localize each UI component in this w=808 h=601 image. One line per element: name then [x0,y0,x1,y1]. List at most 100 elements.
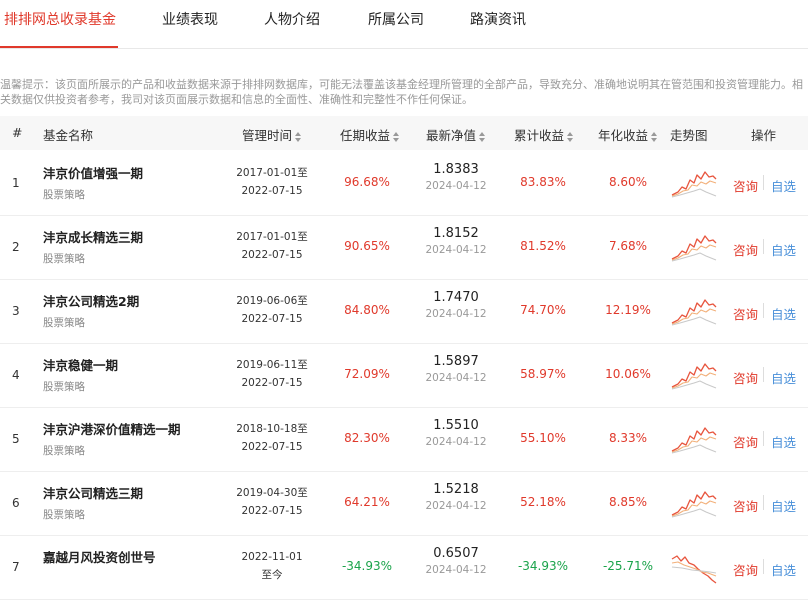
fund-name-link[interactable]: 嘉越月风投资创世号 [43,547,156,566]
trend-sparkline[interactable] [670,485,718,521]
consult-button[interactable]: 咨询 [733,176,758,195]
nav-value: 1.5218 [433,482,479,497]
active-tab-indicator [0,46,118,48]
row-index: 7 [12,560,20,574]
tab-performance[interactable]: 业绩表现 [162,9,218,29]
fund-strategy: 股票策略 [43,509,85,521]
add-watchlist-button[interactable]: 自选 [771,560,796,579]
tab-all-funds[interactable]: 排排网总收录基金 [4,9,116,29]
nav-date: 2024-04-12 [425,564,487,576]
action-divider [763,431,764,446]
trend-sparkline[interactable] [670,421,718,457]
col-trend: 走势图 [670,128,708,143]
add-watchlist-button[interactable]: 自选 [771,240,796,259]
nav-date: 2024-04-12 [425,500,487,512]
table-row: 2 沣京成长精选三期 股票策略 2017-01-01至 2022-07-15 90.65%… [0,215,808,280]
table-row: 7 嘉越月风投资创世号 2022-11-01 至今 -34.93% 0.6507 2024-… [0,535,808,600]
fund-name-link[interactable]: 沣京稳健一期 [43,355,118,374]
consult-button[interactable]: 咨询 [733,432,758,451]
add-watchlist-button[interactable]: 自选 [771,304,796,323]
tenure-return: 84.80% [344,303,390,317]
consult-button[interactable]: 咨询 [733,560,758,579]
annualized-return: 12.19% [605,303,651,317]
col-annualized-label: 年化收益 [598,128,649,143]
period-end: 2022-07-15 [241,505,303,517]
nav-date: 2024-04-12 [425,244,487,256]
consult-button[interactable]: 咨询 [733,496,758,515]
latest-nav: 1.8383 2024-04-12 [418,162,494,192]
table-header: # 基金名称 管理时间 任期收益 最新净值 累计收益 年化收益 走势图 操作 [0,116,808,150]
trend-sparkline[interactable] [670,293,718,329]
add-watchlist-button[interactable]: 自选 [771,432,796,451]
col-cumulative-label: 累计收益 [514,128,565,143]
latest-nav: 0.6507 2024-04-12 [418,546,494,576]
consult-button[interactable]: 咨询 [733,240,758,259]
management-period: 2019-04-30至 2022-07-15 [232,484,312,520]
annualized-return: 10.06% [605,367,651,381]
col-nav[interactable]: 最新净值 [426,125,486,144]
action-divider [763,495,764,510]
tenure-return: 96.68% [344,175,390,189]
period-end: 至今 [261,569,283,581]
action-divider [763,175,764,190]
col-action: 操作 [751,128,777,143]
add-watchlist-button[interactable]: 自选 [771,496,796,515]
trend-sparkline[interactable] [670,229,718,265]
period-start: 2019-06-06至 [236,295,308,307]
col-fund-name: 基金名称 [43,128,94,143]
tab-profile[interactable]: 人物介绍 [264,9,320,29]
nav-value: 0.6507 [433,546,479,561]
period-start: 2018-10-18至 [236,423,308,435]
consult-button[interactable]: 咨询 [733,304,758,323]
fund-name-link[interactable]: 沣京沪港深价值精选一期 [43,419,181,438]
fund-strategy: 股票策略 [43,317,85,329]
fund-strategy: 股票策略 [43,445,85,457]
period-end: 2022-07-15 [241,249,303,261]
period-start: 2022-11-01 [241,551,303,563]
cumulative-return: 83.83% [520,175,566,189]
col-tenure-return[interactable]: 任期收益 [340,125,400,144]
add-watchlist-button[interactable]: 自选 [771,176,796,195]
add-watchlist-button[interactable]: 自选 [771,368,796,387]
tab-roadshow[interactable]: 路演资讯 [470,9,526,29]
fund-strategy: 股票策略 [43,189,85,201]
fund-name-link[interactable]: 沣京公司精选2期 [43,291,139,310]
col-cumulative[interactable]: 累计收益 [514,125,574,144]
disclaimer-line-2: 关数据仅供投资者参考，我司对该页面展示数据和信息的全面性、准确性和完整性不作任何… [0,93,473,106]
tenure-return: 90.65% [344,239,390,253]
consult-button[interactable]: 咨询 [733,368,758,387]
action-divider [763,367,764,382]
nav-date: 2024-04-12 [425,372,487,384]
annualized-return: 8.60% [608,175,648,189]
col-period[interactable]: 管理时间 [242,125,302,144]
tenure-return: -34.93% [341,559,393,573]
period-end: 2022-07-15 [241,441,303,453]
action-divider [763,559,764,574]
period-end: 2022-07-15 [241,313,303,325]
fund-name-link[interactable]: 沣京成长精选三期 [43,227,143,246]
cumulative-return: 74.70% [520,303,566,317]
table-row: 5 沣京沪港深价值精选一期 股票策略 2018-10-18至 2022-07-15 82.… [0,407,808,472]
table-row: 4 沣京稳健一期 股票策略 2019-06-11至 2022-07-15 72.09% 1.… [0,343,808,408]
tab-company[interactable]: 所属公司 [368,9,424,29]
cumulative-return: 55.10% [520,431,566,445]
col-annualized[interactable]: 年化收益 [598,125,658,144]
col-period-label: 管理时间 [242,128,293,143]
nav-value: 1.5510 [433,418,479,433]
management-period: 2017-01-01至 2022-07-15 [232,164,312,200]
period-end: 2022-07-15 [241,185,303,197]
tenure-return: 64.21% [344,495,390,509]
fund-strategy: 股票策略 [43,381,85,393]
trend-sparkline[interactable] [670,165,718,201]
trend-sparkline[interactable] [670,357,718,393]
fund-name-link[interactable]: 沣京公司精选三期 [43,483,143,502]
management-period: 2019-06-06至 2022-07-15 [232,292,312,328]
sort-icon [567,131,574,142]
table-row: 3 沣京公司精选2期股票策略 2019-06-06至 2022-07-15 84.80%… [0,279,808,344]
cumulative-return: 81.52% [520,239,566,253]
nav-value: 1.8383 [433,162,479,177]
nav-date: 2024-04-12 [425,180,487,192]
row-index: 3 [12,304,20,318]
trend-sparkline[interactable] [670,549,718,585]
fund-name-link[interactable]: 沣京价值增强一期 [43,163,143,182]
